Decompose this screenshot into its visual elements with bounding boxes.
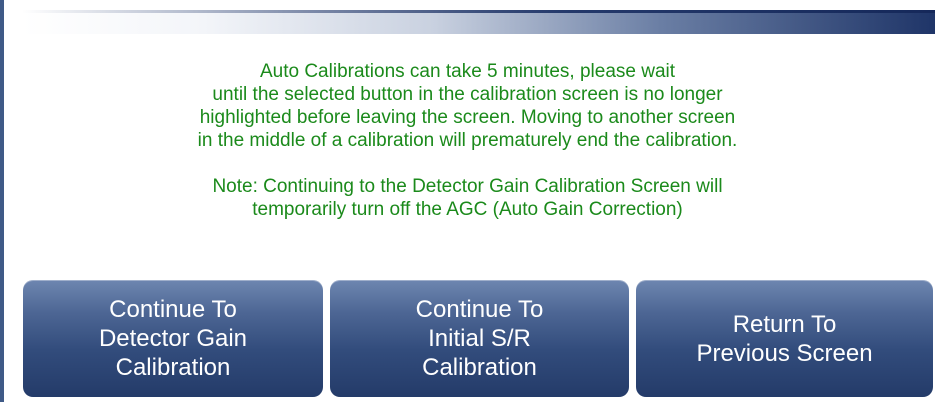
warning-message: Auto Calibrations can take 5 minutes, pl… <box>40 60 895 221</box>
header-bar <box>22 10 935 34</box>
return-to-previous-screen-button[interactable]: Return To Previous Screen <box>636 280 933 397</box>
agc-note-text: Note: Continuing to the Detector Gain Ca… <box>212 176 723 220</box>
detector-gain-button-label: Continue To Detector Gain Calibration <box>98 296 248 381</box>
return-button-label: Return To Previous Screen <box>696 310 873 367</box>
continue-to-detector-gain-calibration-button[interactable]: Continue To Detector Gain Calibration <box>23 280 323 397</box>
left-border <box>0 0 4 402</box>
header-bar-edge <box>22 10 935 13</box>
calibration-warning-screen: Auto Calibrations can take 5 minutes, pl… <box>0 0 935 402</box>
calibration-warning-text: Auto Calibrations can take 5 minutes, pl… <box>197 61 738 151</box>
initial-sr-button-label: Continue To Initial S/R Calibration <box>415 296 544 381</box>
continue-to-initial-sr-calibration-button[interactable]: Continue To Initial S/R Calibration <box>330 280 629 397</box>
